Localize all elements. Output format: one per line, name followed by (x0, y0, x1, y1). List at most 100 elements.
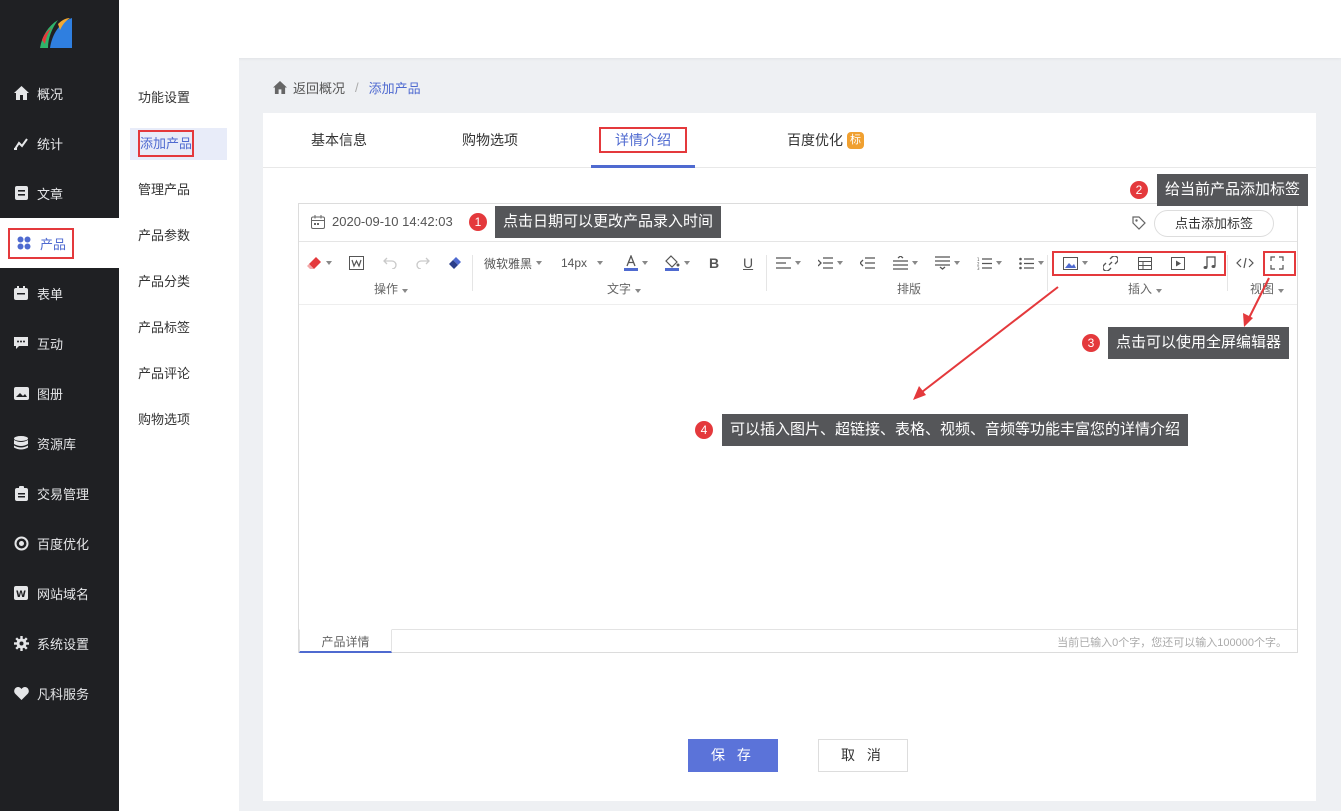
subnav-item-function-settings[interactable]: 功能设置 (130, 82, 227, 114)
font-family-select[interactable]: 微软雅黑 (484, 253, 543, 273)
source-code-button[interactable] (1236, 253, 1254, 273)
date-picker[interactable]: 2020-09-10 14:42:03 (311, 214, 453, 229)
bg-color-button[interactable] (665, 253, 690, 273)
annotation-number: 3 (1082, 334, 1100, 352)
sidebar-item-interact[interactable]: 互动 (0, 318, 119, 368)
undo-button[interactable] (383, 253, 397, 273)
bullet-list-icon (1019, 257, 1034, 269)
album-icon (13, 385, 29, 401)
svg-text:3: 3 (977, 266, 980, 270)
tab-shopping-options[interactable]: 购物选项 (462, 113, 518, 168)
underline-button[interactable]: U (743, 253, 753, 273)
subnav-item-label: 功能设置 (138, 90, 191, 105)
add-tag-button[interactable]: 点击添加标签 (1154, 210, 1274, 237)
format-painter-button[interactable] (349, 253, 364, 273)
sidebar-item-resources[interactable]: 资源库 (0, 418, 119, 468)
sidebar-item-settings[interactable]: 系统设置 (0, 618, 119, 668)
subnav-item-shopping-options[interactable]: 购物选项 (130, 404, 227, 436)
tab-basic-info[interactable]: 基本信息 (311, 113, 367, 168)
save-button[interactable]: 保 存 (688, 739, 778, 772)
home-icon (273, 81, 287, 94)
sidebar-item-trade[interactable]: 交易管理 (0, 468, 119, 518)
redo-button[interactable] (416, 253, 430, 273)
annotation-insert: 可以插入图片、超链接、表格、视频、音频等功能丰富您的详情介绍 (722, 414, 1189, 446)
tab-baidu-seo[interactable]: 百度优化标 (787, 113, 864, 168)
font-color-button[interactable] (624, 253, 648, 273)
subnav-item-label: 添加产品 (138, 130, 195, 157)
sidebar-item-label: 表单 (37, 286, 64, 302)
sidebar-item-articles[interactable]: 文章 (0, 168, 119, 218)
sidebar-item-seo[interactable]: 百度优化 (0, 518, 119, 568)
align-button[interactable] (776, 253, 801, 273)
toolbar-group-label[interactable]: 排版 (897, 280, 921, 297)
back-link[interactable]: 返回概况 (273, 78, 345, 97)
toolbar-group-label[interactable]: 文字 (607, 280, 642, 297)
indent-icon (818, 257, 833, 269)
sidebar-item-label: 产品 (40, 236, 67, 252)
eraser-button[interactable] (307, 253, 332, 273)
sidebar-item-domain[interactable]: W 网站域名 (0, 568, 119, 618)
sidebar-item-overview[interactable]: 概况 (0, 68, 119, 118)
tab-badge: 标 (847, 132, 864, 149)
clear-format-button[interactable] (448, 253, 462, 273)
subnav-item-product-tags[interactable]: 产品标签 (130, 312, 227, 344)
toolbar-divider (1047, 255, 1048, 291)
subnav-item-label: 产品标签 (138, 320, 191, 335)
outdent-button[interactable] (860, 253, 875, 273)
sidebar-item-products[interactable]: 产品 (0, 218, 119, 268)
subnav-item-product-category[interactable]: 产品分类 (130, 266, 227, 298)
sidebar-item-album[interactable]: 图册 (0, 368, 119, 418)
tab-label: 详情介绍 (599, 127, 687, 153)
sidebar-item-forms[interactable]: 表单 (0, 268, 119, 318)
bullet-list-button[interactable] (1019, 253, 1044, 273)
ordered-list-icon: 123 (977, 257, 992, 270)
word-icon (349, 256, 364, 270)
w-icon: W (13, 585, 29, 601)
sidebar-item-label: 统计 (37, 136, 64, 152)
undo-icon (383, 257, 397, 269)
gear-icon (13, 635, 29, 651)
sidebar-item-label: 凡科服务 (37, 686, 90, 702)
home-icon (13, 85, 29, 101)
sidebar-item-stats[interactable]: 统计 (0, 118, 119, 168)
ordered-list-button[interactable]: 123 (977, 253, 1002, 273)
code-icon (1236, 257, 1254, 269)
font-size-select[interactable]: 14px (561, 253, 604, 273)
tab-details[interactable]: 详情介绍 (599, 113, 687, 168)
toolbar-divider (472, 255, 473, 291)
indent-button[interactable] (818, 253, 843, 273)
subnav-item-label: 购物选项 (138, 412, 191, 427)
chart-icon (13, 135, 29, 151)
subnav-item-manage-products[interactable]: 管理产品 (130, 174, 227, 206)
annotation-tag: 给当前产品添加标签 (1157, 174, 1309, 206)
sidebar-item-label: 图册 (37, 386, 64, 402)
annotation-number: 4 (695, 421, 713, 439)
svg-text:W: W (16, 590, 26, 600)
toolbar-group-label[interactable]: 插入 (1128, 280, 1163, 297)
subnav-item-label: 产品分类 (138, 274, 191, 289)
subnav-item-product-params[interactable]: 产品参数 (130, 220, 227, 252)
logo-icon (40, 18, 72, 48)
database-icon (13, 435, 29, 451)
sidebar-item-label: 系统设置 (37, 636, 90, 652)
annotation-number: 2 (1130, 181, 1148, 199)
sidebar-item-service[interactable]: 凡科服务 (0, 668, 119, 718)
editor-header: 2020-09-10 14:42:03 点击添加标签 (299, 204, 1297, 242)
line-height-button[interactable] (893, 253, 918, 273)
paragraph-spacing-button[interactable] (935, 253, 960, 273)
sidebar-item-label: 概况 (37, 86, 64, 102)
sidebar-item-label: 交易管理 (37, 486, 90, 502)
cancel-button[interactable]: 取 消 (818, 739, 908, 772)
sidebar-item-label: 百度优化 (37, 536, 90, 552)
brush-icon (449, 257, 461, 269)
tab-active-indicator (591, 165, 695, 168)
subnav-item-add-product[interactable]: 添加产品 (130, 128, 227, 160)
footer-tab-product-details[interactable]: 产品详情 (299, 629, 392, 653)
subnav-item-product-reviews[interactable]: 产品评论 (130, 358, 227, 390)
toolbar-group-label[interactable]: 视图 (1250, 280, 1285, 297)
toolbar-group-label[interactable]: 操作 (374, 280, 409, 297)
clipboard-icon (13, 485, 29, 501)
bold-button[interactable]: B (709, 253, 719, 273)
char-count: 当前已输入0个字，您还可以输入100000个字。 (1057, 637, 1287, 649)
article-icon (13, 185, 29, 201)
